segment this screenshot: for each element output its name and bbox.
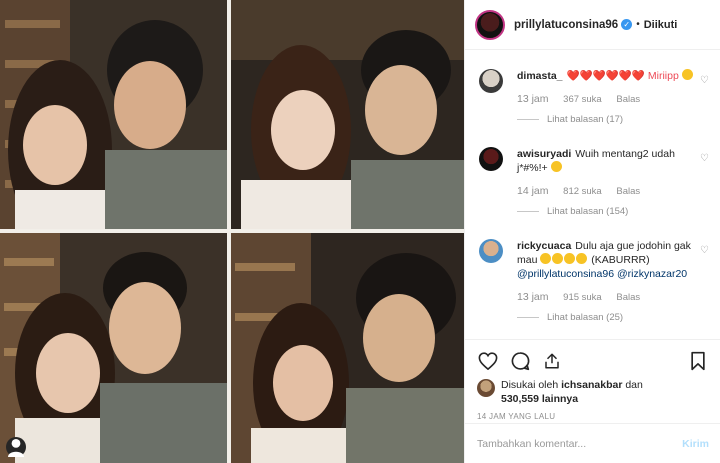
replies-line [517,317,539,318]
comment-time[interactable]: 13 jam [517,93,549,105]
replies-line [517,119,539,120]
comment-item: rickycuaca Dulu aja gue jodohin gak mau (… [465,239,720,323]
comment-input[interactable] [477,437,683,450]
view-replies-label: Lihat balasan (154) [547,206,629,217]
header-separator: • [636,19,640,30]
commenter-username[interactable]: dimasta_ [517,70,563,82]
comment-like-heart-icon[interactable]: ♡ [700,75,709,86]
rofl-emoji-icon [576,253,588,264]
comment-time[interactable]: 13 jam [517,291,549,303]
comment-meta: 14 jam 812 suka Balas [517,185,699,197]
liker-avatar[interactable] [477,379,495,397]
laugh-emoji-icon [550,161,562,172]
photo-tile-top-left [0,0,227,229]
replies-line [517,211,539,212]
comments-list: dimasta_ ❤️❤️❤️❤️❤️❤️ Miriipp ♡ 13 jam 36… [465,51,720,338]
comment-body-suffix: (KABURRR) [591,254,650,266]
comment-time[interactable]: 14 jam [517,185,549,197]
likes-count[interactable]: 530,559 [501,393,539,405]
comment-text: awisuryadi Wuih mentang2 udah j*#%!+ [517,147,699,175]
liked-by-user[interactable]: ichsanakbar [561,379,622,391]
comment-likes[interactable]: 367 suka [563,94,602,105]
comment-like-heart-icon[interactable]: ♡ [700,153,709,164]
commenter-username[interactable]: awisuryadi [517,148,571,160]
author-avatar[interactable] [475,9,505,40]
mention-link[interactable]: @prillylatuconsina96 [517,268,614,280]
photo-tile-top-right [231,0,464,229]
author-username[interactable]: prillylatuconsina96 [514,19,618,31]
comment-body: ❤️❤️❤️❤️❤️❤️ Miriipp [566,70,679,82]
photo-tile-bottom-right [231,233,464,463]
tongue-emoji-icon [681,69,693,80]
verified-badge-icon: ✓ [621,19,633,30]
rofl-emoji-icon [564,253,576,264]
share-icon[interactable] [541,350,563,372]
post-time-ago[interactable]: 14 JAM YANG LALU [477,412,709,421]
liked-by: Disukai oleh ichsanakbar dan 530,559 lai… [477,378,709,406]
heart-icon[interactable] [477,350,499,372]
follow-status-button[interactable]: Diikuti [644,19,678,31]
view-replies-label: Lihat balasan (25) [547,312,624,323]
photo-tile-bottom-left [0,233,227,463]
likes-others[interactable]: lainnya [542,393,578,405]
comment-meta: 13 jam 915 suka Balas [517,291,699,303]
comment-text: rickycuaca Dulu aja gue jodohin gak mau (… [517,239,699,281]
comment-likes[interactable]: 915 suka [563,292,602,303]
comment-text: dimasta_ ❤️❤️❤️❤️❤️❤️ Miriipp [517,69,699,83]
collage-divider-horizontal [0,229,464,233]
liked-by-and: dan [625,379,643,391]
post-photo[interactable] [0,0,464,463]
send-comment-button[interactable]: Kirim [682,438,709,450]
rofl-emoji-icon [540,253,552,264]
bookmark-icon[interactable] [687,350,709,372]
commenter-avatar[interactable] [479,239,503,263]
view-replies-link[interactable]: Lihat balasan (25) [517,312,699,323]
add-comment-bar: Kirim [465,423,720,463]
rofl-emoji-icon [552,253,564,264]
comment-reply-button[interactable]: Balas [616,94,640,105]
commenter-username[interactable]: rickycuaca [517,240,571,252]
view-replies-link[interactable]: Lihat balasan (17) [517,114,699,125]
liked-by-text: Disukai oleh ichsanakbar dan 530,559 lai… [501,378,643,406]
mention-link[interactable]: @rizkynazar20 [617,268,687,280]
post-header: prillylatuconsina96 ✓ • Diikuti [465,0,720,50]
comment-likes[interactable]: 812 suka [563,186,602,197]
action-icons-row [477,346,709,376]
comment-icon[interactable] [509,350,531,372]
comment-item: dimasta_ ❤️❤️❤️❤️❤️❤️ Miriipp ♡ 13 jam 36… [465,69,720,125]
post-side-panel: prillylatuconsina96 ✓ • Diikuti dimasta_… [464,0,720,463]
view-replies-label: Lihat balasan (17) [547,114,624,125]
liked-by-prefix: Disukai oleh [501,379,559,391]
view-replies-link[interactable]: Lihat balasan (154) [517,206,699,217]
comment-meta: 13 jam 367 suka Balas [517,93,699,105]
comment-reply-button[interactable]: Balas [616,292,640,303]
comment-like-heart-icon[interactable]: ♡ [700,245,709,256]
user-tag-icon[interactable] [6,437,26,457]
comment-reply-button[interactable]: Balas [616,186,640,197]
commenter-avatar[interactable] [479,147,503,171]
comment-item: awisuryadi Wuih mentang2 udah j*#%!+ ♡ 14… [465,147,720,217]
commenter-avatar[interactable] [479,69,503,93]
